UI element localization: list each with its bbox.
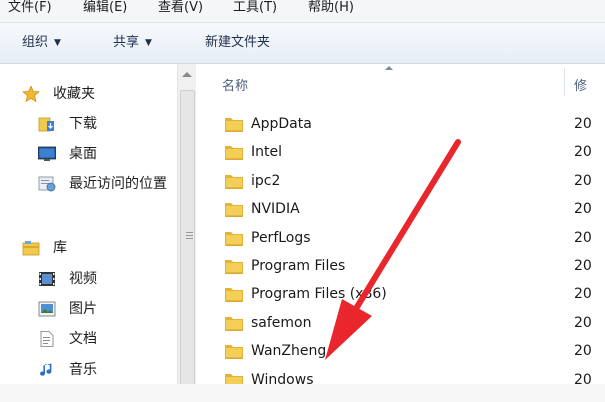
star-icon [22,86,40,102]
window-bottom-edge [0,384,605,402]
file-date: 20 [574,258,592,274]
nav-item-label: 视频 [69,271,97,287]
share-label: 共享 [113,35,140,50]
command-bar: 组织 ▼ 共享 ▼ 新建文件夹 [0,23,605,64]
nav-item-label: 最近访问的位置 [69,176,167,192]
desktop-icon [38,146,56,161]
nav-item-label: 文档 [69,331,97,347]
file-name: AppData [251,116,312,132]
menu-edit[interactable]: 编辑(E) [83,1,127,19]
file-row[interactable]: Intel 20 [196,138,605,166]
library-icon [22,241,40,256]
file-date: 20 [574,343,592,360]
sort-ascending-icon [385,66,393,70]
scroll-up-icon[interactable] [182,72,192,77]
file-date: 20 [574,314,592,331]
menu-file[interactable]: 文件(F) [8,1,52,19]
music-icon [40,363,52,376]
folder-icon [225,146,243,161]
new-folder-button[interactable]: 新建文件夹 [205,35,270,51]
recent-places-icon [38,176,56,192]
file-row[interactable]: PerfLogs 20 [196,224,605,252]
file-row[interactable]: AppData 20 [196,110,605,138]
file-date: 20 [574,286,592,303]
nav-item-label: 桌面 [69,146,97,162]
file-date: 20 [574,172,592,189]
file-row[interactable]: Program Files 20 [196,252,605,280]
folder-icon [225,316,243,331]
file-list: 名称 修 AppData 20 Intel 20 ipc2 20 NVIDIA 20 PerfL… [196,64,605,388]
file-name: safemon [251,314,312,331]
file-date: 20 [574,229,592,246]
folder-icon [225,345,243,360]
file-row[interactable]: WanZheng 20 [196,337,605,365]
download-folder-icon [38,117,54,132]
nav-item-label: 音乐 [69,362,97,378]
organize-button[interactable]: 组织 ▼ [22,35,61,52]
chevron-down-icon: ▼ [145,38,152,48]
scrollbar-thumb[interactable] [180,90,195,387]
file-row[interactable]: safemon 20 [196,309,605,337]
organize-label: 组织 [22,35,49,50]
navigation-pane: 收藏夹 下载 桌面 最近访问的位置 库 视频 图片 文档 音乐 [0,64,177,384]
column-separator[interactable] [564,68,565,96]
grip-line [186,232,193,233]
file-date: 20 [574,201,592,218]
chevron-down-icon: ▼ [54,38,61,48]
file-name: WanZheng [251,343,327,360]
grip-line [186,238,193,239]
file-row[interactable]: ipc2 20 [196,167,605,195]
file-name: Program Files (x86) [251,286,387,303]
file-name: PerfLogs [251,229,311,246]
share-button[interactable]: 共享 ▼ [113,35,152,52]
nav-item-label: 下载 [69,116,97,132]
folder-icon [225,118,243,132]
nav-libraries-label: 库 [53,240,67,256]
file-name: Program Files [251,258,346,274]
picture-icon [38,301,56,317]
menu-help[interactable]: 帮助(H) [308,1,354,19]
file-name: NVIDIA [251,201,300,218]
file-date: 20 [574,144,592,161]
file-row[interactable]: Program Files (x86) 20 [196,280,605,308]
menu-bar: 文件(F) 编辑(E) 查看(V) 工具(T) 帮助(H) [0,0,605,23]
nav-item-label: 图片 [69,301,97,317]
nav-favorites-label: 收藏夹 [53,86,95,102]
folder-icon [225,260,243,274]
folder-icon [225,174,243,189]
file-date: 20 [574,116,592,132]
column-name[interactable]: 名称 [222,75,248,94]
menu-view[interactable]: 查看(V) [158,1,203,19]
column-modified[interactable]: 修 [574,75,587,94]
grip-line [186,235,193,236]
menu-tools[interactable]: 工具(T) [233,1,277,19]
folder-icon [225,288,243,303]
video-icon [39,272,55,286]
folder-icon [225,203,243,218]
navigation-scrollbar[interactable] [177,64,197,387]
document-icon [40,331,54,347]
file-name: ipc2 [251,172,281,189]
file-row[interactable]: NVIDIA 20 [196,195,605,223]
column-header: 名称 修 [196,64,605,98]
file-name: Intel [251,144,282,161]
folder-icon [225,231,243,246]
